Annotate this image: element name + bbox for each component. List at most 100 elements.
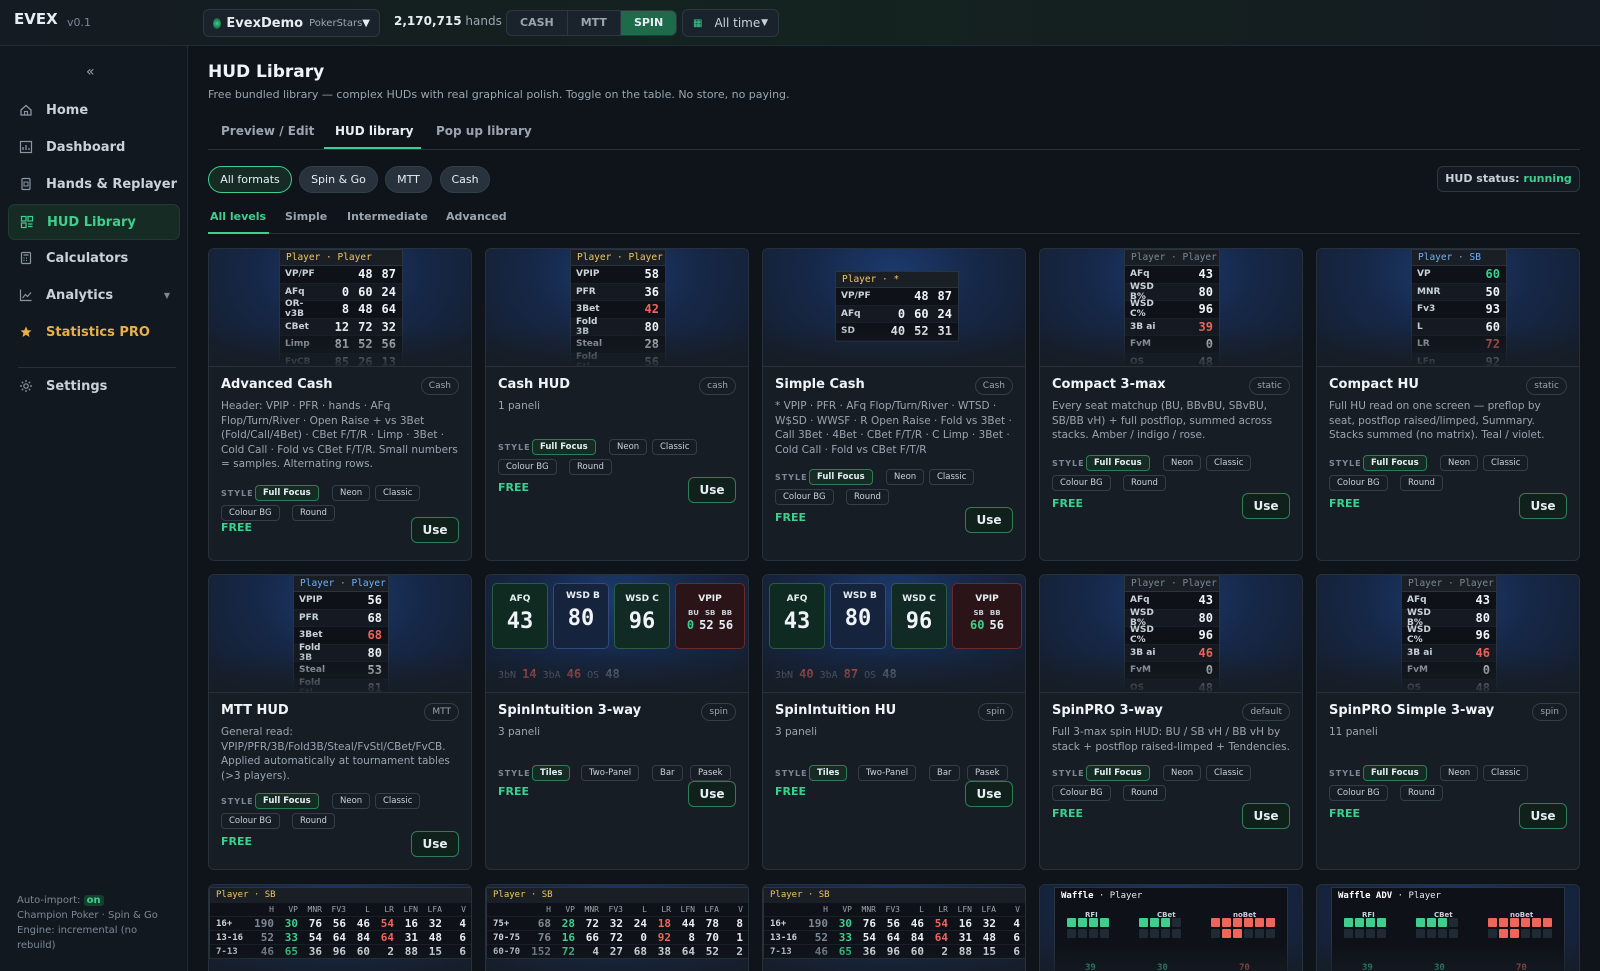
style-chip[interactable]: Full Focus bbox=[532, 439, 596, 455]
hud-card[interactable]: Player · Player AFq 43 WSD B% 80 WSD C% 96 3B a… bbox=[1039, 574, 1303, 870]
style-chip[interactable]: Tiles bbox=[809, 765, 848, 781]
style-chip[interactable]: Round bbox=[1400, 475, 1443, 491]
hud-card[interactable]: AFQ 43 WSD B 80 WSD C 96 VPIP BU SB BB 0 52 56 3bN 14… bbox=[485, 574, 749, 870]
filter-spin-go[interactable]: Spin & Go bbox=[299, 166, 378, 193]
use-button[interactable]: Use bbox=[1519, 803, 1567, 829]
hud-card[interactable]: Player · SB H VP MNR FV3 L LR LFN LFA V 16+ 190 30 76… bbox=[208, 884, 472, 971]
use-button[interactable]: Use bbox=[1242, 493, 1290, 519]
level-advanced[interactable]: Advanced bbox=[446, 210, 507, 223]
use-button[interactable]: Use bbox=[411, 831, 459, 857]
style-chip[interactable]: Neon bbox=[332, 793, 371, 809]
tab-hud-library[interactable]: HUD library bbox=[335, 124, 414, 138]
style-chip[interactable]: Full Focus bbox=[1363, 765, 1427, 781]
style-chip[interactable]: Neon bbox=[1440, 765, 1479, 781]
style-chip[interactable]: Classic bbox=[1206, 765, 1252, 781]
level-simple[interactable]: Simple bbox=[285, 210, 327, 223]
level-all[interactable]: All levels bbox=[210, 210, 266, 223]
style-chip[interactable]: Round bbox=[1123, 475, 1166, 491]
style-chip[interactable]: Colour BG bbox=[1052, 475, 1111, 491]
use-button[interactable]: Use bbox=[1242, 803, 1290, 829]
hud-card[interactable]: Player · Player VPIP 56 PFR 68 3Bet 68 Fold 3B 8… bbox=[208, 574, 472, 870]
style-chip[interactable]: Full Focus bbox=[1086, 455, 1150, 471]
style-chip[interactable]: Classic bbox=[1483, 765, 1529, 781]
style-chip[interactable]: Neon bbox=[609, 439, 648, 455]
style-chip[interactable]: Colour BG bbox=[1052, 785, 1111, 801]
style-chip[interactable]: Colour BG bbox=[1329, 785, 1388, 801]
filter-cash[interactable]: Cash bbox=[440, 166, 490, 193]
hud-card[interactable]: Waffle ADV · Player RFI 39 CBet 30 noBet 70 bbox=[1316, 884, 1580, 971]
style-chip[interactable]: Round bbox=[569, 459, 612, 475]
sidebar-item-analytics[interactable]: Analytics ▼ bbox=[8, 277, 180, 313]
style-chip[interactable]: Colour BG bbox=[221, 813, 280, 829]
tab-popup-library[interactable]: Pop up library bbox=[436, 124, 532, 138]
logo[interactable]: EVEX bbox=[14, 12, 58, 27]
style-chip[interactable]: Full Focus bbox=[1086, 765, 1150, 781]
sidebar-item-home[interactable]: Home bbox=[8, 92, 180, 128]
hud-card[interactable]: Player · * VP/PF 48 87 AFq 0 60 24 SD 40 52 31 Simpl… bbox=[762, 248, 1026, 561]
style-chip[interactable]: Round bbox=[292, 505, 335, 521]
style-chip[interactable]: Neon bbox=[1163, 455, 1202, 471]
hud-card[interactable]: AFQ 43 WSD B 80 WSD C 96 VPIP SB BB 60 56 3bN 40 3b… bbox=[762, 574, 1026, 870]
style-chip[interactable]: Two-Panel bbox=[581, 765, 640, 781]
style-chip[interactable]: Colour BG bbox=[221, 505, 280, 521]
style-chip[interactable]: Colour BG bbox=[1329, 475, 1388, 491]
use-button[interactable]: Use bbox=[965, 781, 1013, 807]
hud-card[interactable]: Player · SB H VP MNR FV3 L LR LFN LFA V 75+ 68 28 72 3… bbox=[485, 884, 749, 971]
style-chip[interactable]: Round bbox=[846, 489, 889, 505]
style-chip[interactable]: Bar bbox=[929, 765, 960, 781]
sidebar-item-dashboard[interactable]: Dashboard bbox=[8, 129, 180, 165]
style-chip[interactable]: Two-Panel bbox=[858, 765, 917, 781]
style-chip[interactable]: Round bbox=[292, 813, 335, 829]
style-chip[interactable]: Classic bbox=[1206, 455, 1252, 471]
style-chip[interactable]: Classic bbox=[652, 439, 698, 455]
use-button[interactable]: Use bbox=[688, 781, 736, 807]
use-button[interactable]: Use bbox=[965, 507, 1013, 533]
sidebar-item-settings[interactable]: Settings bbox=[8, 368, 180, 404]
style-chip[interactable]: Classic bbox=[929, 469, 975, 485]
sidebar-item-calculators[interactable]: Calculators bbox=[8, 240, 180, 276]
format-cash-button[interactable]: CASH bbox=[507, 11, 568, 35]
style-chip[interactable]: Pasek bbox=[690, 765, 731, 781]
hud-card[interactable]: Player · Player VP/PF 48 87 AFq 0 60 24 OR-v3B 8 4… bbox=[208, 248, 472, 561]
account-selector[interactable]: EvexDemo PokerStars ▼ bbox=[203, 9, 380, 37]
use-button[interactable]: Use bbox=[1519, 493, 1567, 519]
style-chip[interactable]: Bar bbox=[652, 765, 683, 781]
format-spin-button[interactable]: SPIN bbox=[620, 11, 677, 35]
hud-card[interactable]: Player · SB H VP MNR FV3 L LR LFN LFA V 16+ 190 30 76… bbox=[762, 884, 1026, 971]
sidebar-item-statistics-pro[interactable]: Statistics PRO bbox=[8, 314, 180, 350]
style-chip[interactable]: Full Focus bbox=[255, 485, 319, 501]
style-chip[interactable]: Full Focus bbox=[255, 793, 319, 809]
style-chip[interactable]: Classic bbox=[375, 485, 421, 501]
style-chip[interactable]: Neon bbox=[332, 485, 371, 501]
date-range-selector[interactable]: ▦ All time ▼ bbox=[682, 9, 779, 37]
hud-card[interactable]: Player · Player AFq 43 WSD B% 80 WSD C% 96 3B a… bbox=[1039, 248, 1303, 561]
format-mtt-button[interactable]: MTT bbox=[568, 11, 621, 35]
style-chip[interactable]: Round bbox=[1400, 785, 1443, 801]
style-chip[interactable]: Classic bbox=[375, 793, 421, 809]
collapse-sidebar-icon[interactable]: « bbox=[86, 64, 95, 80]
style-chip[interactable]: Full Focus bbox=[1363, 455, 1427, 471]
filter-mtt[interactable]: MTT bbox=[385, 166, 432, 193]
style-chip[interactable]: Neon bbox=[886, 469, 925, 485]
style-chip[interactable]: Colour BG bbox=[775, 489, 834, 505]
style-chip[interactable]: Classic bbox=[1483, 455, 1529, 471]
hud-card[interactable]: Player · Player AFq 43 WSD B% 80 WSD C% 96 3B a… bbox=[1316, 574, 1580, 870]
hud-stat-label: OR-v3B bbox=[285, 299, 304, 320]
style-chip[interactable]: Neon bbox=[1440, 455, 1479, 471]
style-chip[interactable]: Round bbox=[1123, 785, 1166, 801]
sidebar-item-hands-replayer[interactable]: Hands & Replayer bbox=[8, 166, 180, 202]
style-chip[interactable]: Pasek bbox=[967, 765, 1008, 781]
style-chip[interactable]: Neon bbox=[1163, 765, 1202, 781]
hud-card[interactable]: Player · SB VP 60 MNR 50 Fv3 93 L 60 LR 72 LFn 92 Com… bbox=[1316, 248, 1580, 561]
style-chip[interactable]: Tiles bbox=[532, 765, 571, 781]
filter-all-formats[interactable]: All formats bbox=[208, 166, 292, 193]
hud-card[interactable]: Player · Player VPIP 58 PFR 36 3Bet 42 Fold 3B 8… bbox=[485, 248, 749, 561]
style-chip[interactable]: Full Focus bbox=[809, 469, 873, 485]
sidebar-item-hud-library[interactable]: HUD Library bbox=[8, 204, 180, 240]
use-button[interactable]: Use bbox=[688, 477, 736, 503]
style-chip[interactable]: Colour BG bbox=[498, 459, 557, 475]
hud-card[interactable]: Waffle · Player RFI 39 CBet 30 noBet 70 bbox=[1039, 884, 1303, 971]
use-button[interactable]: Use bbox=[411, 517, 459, 543]
level-intermediate[interactable]: Intermediate bbox=[347, 210, 428, 223]
tab-preview-edit[interactable]: Preview / Edit bbox=[221, 124, 314, 138]
